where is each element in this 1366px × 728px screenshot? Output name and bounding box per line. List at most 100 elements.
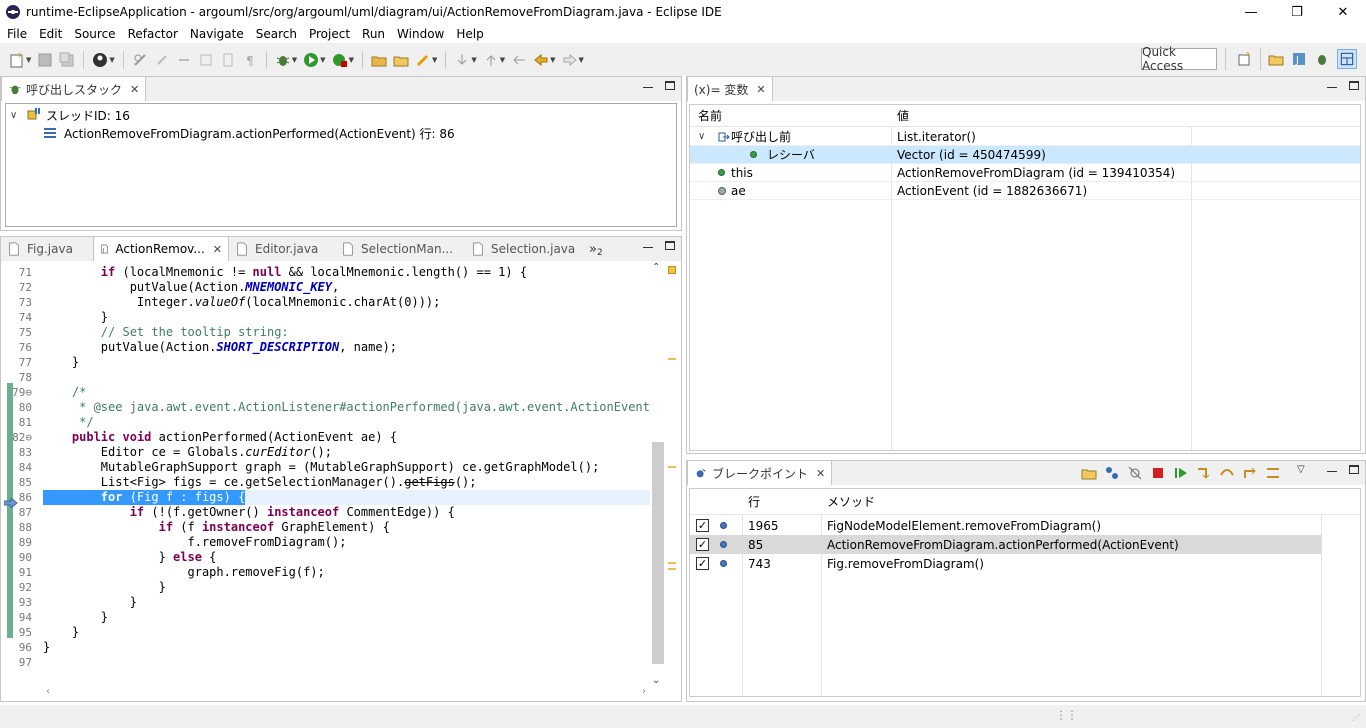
- minimize-icon[interactable]: [643, 78, 653, 88]
- group-by-icon[interactable]: [1104, 465, 1120, 481]
- menu-search[interactable]: Search: [249, 27, 302, 41]
- copy-icon[interactable]: [198, 52, 214, 68]
- variable-row[interactable]: ae ActionEvent (id = 1882636671): [690, 182, 1360, 200]
- step-into-icon[interactable]: [1196, 465, 1212, 481]
- open-perspective-icon[interactable]: [1237, 51, 1253, 67]
- maximize-icon[interactable]: [1349, 465, 1359, 474]
- run-dropdown-icon[interactable]: ▼: [320, 56, 325, 64]
- menu-edit[interactable]: Edit: [32, 27, 67, 41]
- maximize-icon[interactable]: [1349, 81, 1359, 90]
- tab-selection-manager[interactable]: SelectionMan...: [335, 237, 465, 261]
- open-type-icon[interactable]: [371, 52, 387, 68]
- profile-icon[interactable]: [92, 52, 108, 68]
- scroll-right-icon[interactable]: ›: [642, 686, 646, 697]
- save-icon[interactable]: [37, 52, 53, 68]
- debug-perspective-icon[interactable]: [1314, 51, 1330, 67]
- code-line[interactable]: 96}: [2, 640, 650, 655]
- code-line[interactable]: 90 } else {: [2, 550, 650, 565]
- code-line[interactable]: 91 graph.removeFig(f);: [2, 565, 650, 580]
- code-line[interactable]: 77 }: [2, 355, 650, 370]
- prev-annotation-dropdown-icon[interactable]: ▼: [500, 56, 505, 64]
- breakpoint-checkbox[interactable]: ✓: [696, 538, 709, 551]
- chevron-down-icon[interactable]: ∨: [10, 110, 26, 121]
- prev-annotation-icon[interactable]: [483, 52, 499, 68]
- column-line[interactable]: 行: [748, 493, 760, 510]
- code-line[interactable]: 74 }: [2, 310, 650, 325]
- back-icon[interactable]: [533, 52, 549, 68]
- breakpoint-row[interactable]: ✓ 743 Fig.removeFromDiagram(): [690, 554, 1360, 573]
- column-name[interactable]: 名前: [698, 107, 722, 124]
- breakpoint-checkbox[interactable]: ✓: [696, 519, 709, 532]
- code-line[interactable]: 87 if (!(f.getOwner() instanceof Comment…: [2, 505, 650, 520]
- tab-callstack[interactable]: 呼び出しスタック ✕: [1, 77, 147, 101]
- new-dropdown-icon[interactable]: ▼: [26, 56, 31, 64]
- code-line[interactable]: 72 putValue(Action.MNEMONIC_KEY,: [2, 280, 650, 295]
- menu-window[interactable]: Window: [390, 27, 449, 41]
- profile-dropdown-icon[interactable]: ▼: [109, 56, 114, 64]
- code-line[interactable]: 95 }: [2, 625, 650, 640]
- vertical-scrollbar[interactable]: ⌃ ⌄: [650, 262, 664, 686]
- external-tools-icon[interactable]: [332, 52, 348, 68]
- code-line[interactable]: 71 if (localMnemonic != null && localMne…: [2, 265, 650, 280]
- import-breakpoints-icon[interactable]: [1081, 465, 1097, 481]
- code-line[interactable]: 89 f.removeFromDiagram();: [2, 535, 650, 550]
- step-over-icon[interactable]: [1219, 465, 1235, 481]
- code-line[interactable]: 97: [2, 655, 650, 670]
- tab-breakpoints[interactable]: ブレークポイント ✕: [687, 461, 833, 485]
- code-line[interactable]: 88 if (f instanceof GraphElement) {: [2, 520, 650, 535]
- scroll-down-icon[interactable]: ⌄: [652, 675, 660, 686]
- code-line[interactable]: 94 }: [2, 610, 650, 625]
- horizontal-scrollbar[interactable]: ‹ ›: [42, 686, 650, 700]
- thread-node[interactable]: ∨ スレッドID: 16: [10, 106, 130, 124]
- close-icon[interactable]: ✕: [213, 243, 222, 256]
- menu-source[interactable]: Source: [67, 27, 120, 41]
- breakpoint-checkbox[interactable]: ✓: [696, 557, 709, 570]
- minimize-icon[interactable]: [1327, 462, 1337, 472]
- code-line[interactable]: 73 Integer.valueOf(localMnemonic.charAt(…: [2, 295, 650, 310]
- terminate-icon[interactable]: [1150, 465, 1166, 481]
- new-icon[interactable]: [9, 52, 25, 68]
- code-line[interactable]: 85 List<Fig> figs = ce.getSelectionManag…: [2, 475, 650, 490]
- resource-perspective-icon[interactable]: [1268, 51, 1284, 67]
- view-menu-icon[interactable]: ▽: [1297, 464, 1305, 475]
- maximize-icon[interactable]: [665, 81, 675, 90]
- skip-all-icon[interactable]: [1127, 465, 1143, 481]
- tab-action-remove[interactable]: J ActionRemov... ✕: [93, 237, 229, 261]
- document-icon[interactable]: [220, 52, 236, 68]
- minimize-icon[interactable]: [643, 238, 653, 248]
- code-line[interactable]: 79⊖ /*: [2, 385, 650, 400]
- breakpoint-row[interactable]: ✓ 85 ActionRemoveFromDiagram.actionPerform…: [690, 535, 1360, 554]
- variable-row[interactable]: this ActionRemoveFromDiagram (id = 139410…: [690, 164, 1360, 182]
- code-line[interactable]: 81 */: [2, 415, 650, 430]
- menu-project[interactable]: Project: [302, 27, 355, 41]
- code-line[interactable]: 83 Editor ce = Globals.curEditor();: [2, 445, 650, 460]
- forward-dropdown-icon[interactable]: ▼: [579, 56, 584, 64]
- code-line[interactable]: 84 MutableGraphSupport graph = (MutableG…: [2, 460, 650, 475]
- menu-help[interactable]: Help: [449, 27, 488, 41]
- active-perspective-icon[interactable]: [1337, 49, 1357, 69]
- pilcrow-icon[interactable]: ¶: [242, 52, 258, 68]
- tab-variables[interactable]: (x)= 変数 ✕: [687, 77, 773, 101]
- step-icon[interactable]: [176, 52, 192, 68]
- quick-access-field[interactable]: Quick Access: [1141, 45, 1217, 73]
- open-folder-icon[interactable]: [393, 52, 409, 68]
- close-icon[interactable]: ✕: [816, 467, 825, 480]
- scroll-thumb[interactable]: [652, 442, 664, 664]
- pin-icon[interactable]: [154, 52, 170, 68]
- drop-to-frame-icon[interactable]: [1265, 465, 1281, 481]
- breakpoint-row[interactable]: ✓ 1965 FigNodeModelElement.removeFromDiagr…: [690, 516, 1360, 535]
- minimize-icon[interactable]: [1327, 78, 1337, 88]
- close-button[interactable]: ✕: [1320, 0, 1366, 24]
- tab-overflow[interactable]: » 2: [585, 237, 609, 261]
- back-dropdown-icon[interactable]: ▼: [550, 56, 555, 64]
- close-icon[interactable]: ✕: [756, 83, 765, 96]
- search-tool-icon[interactable]: [415, 52, 431, 68]
- save-all-icon[interactable]: [59, 52, 75, 68]
- skip-breakpoints-icon[interactable]: [132, 52, 148, 68]
- code-line[interactable]: 93 }: [2, 595, 650, 610]
- last-edit-icon[interactable]: [511, 52, 527, 68]
- next-annotation-icon[interactable]: [454, 52, 470, 68]
- code-line[interactable]: 80 * @see java.awt.event.ActionListener#…: [2, 400, 657, 415]
- variable-row[interactable]: ∨ 呼び出し前 List.iterator(): [690, 128, 1360, 146]
- code-line[interactable]: 86 for (Fig f : figs) {: [2, 490, 650, 505]
